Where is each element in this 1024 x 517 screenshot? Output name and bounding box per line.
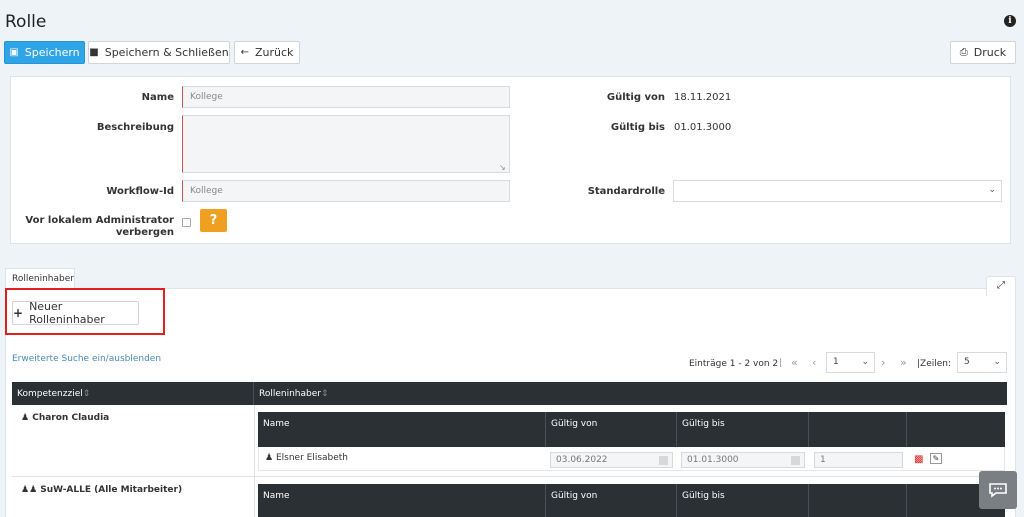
entries-text: Einträge 1 - 2 von 2 (689, 359, 779, 369)
rows-select-value: 5 (964, 357, 970, 367)
sub-header-actions (907, 412, 1005, 447)
hide-admin-label: Vor lokalem Administrator verbergen (20, 215, 174, 239)
save-button-label: Speichern (24, 46, 80, 59)
valid-from-value: 18.11.2021 (674, 92, 732, 103)
holder-name: ♟ Elsner Elisabeth (265, 453, 348, 463)
group-name-label: SuW-ALLE (Alle Mitarbeiter) (40, 485, 183, 495)
back-button-label: Zurück (254, 46, 294, 59)
last-page-icon[interactable]: » (900, 356, 907, 369)
rows-label: |Zeilen: (917, 359, 952, 369)
resize-handle-icon[interactable]: ↘ (499, 163, 506, 172)
users-icon: ♟♟ (21, 485, 38, 495)
prev-page-icon[interactable]: ‹ (812, 356, 816, 369)
hide-admin-checkbox[interactable] (182, 218, 191, 227)
rows-select[interactable]: 5 ⌄ (957, 352, 1007, 373)
default-role-select[interactable]: ⌄ (673, 180, 1002, 202)
trash-icon[interactable]: ▩ (914, 454, 923, 465)
sort-icon: ⇕ (82, 389, 91, 399)
description-textarea[interactable] (182, 115, 510, 173)
name-label: Name (141, 92, 174, 103)
group-name: ♟♟ SuW-ALLE (Alle Mitarbeiter) (21, 485, 182, 495)
pager-divider: | (779, 358, 783, 368)
chevron-down-icon: ⌄ (861, 357, 869, 367)
column-divider (254, 477, 255, 517)
calendar-icon[interactable] (791, 456, 800, 465)
save-button[interactable]: ▣ Speichern (4, 41, 85, 64)
sub-header-order (809, 412, 907, 447)
sort-icon: ⇕ (320, 389, 329, 399)
save-close-button[interactable]: ■ Speichern & Schließen (88, 41, 230, 64)
sub-header-valid-from: Gültig von (546, 412, 677, 447)
workflow-label: Workflow-Id (106, 186, 174, 197)
sub-header-name: Name (258, 484, 546, 517)
holder-valid-from-value: 03.06.2022 (556, 455, 608, 465)
column-header-role-holder[interactable]: Rolleninhaber⇕ (254, 382, 1007, 405)
sub-header-valid-to: Gültig bis (677, 412, 809, 447)
sub-header-name: Name (258, 412, 546, 447)
holder-name-label: Elsner Elisabeth (275, 453, 349, 463)
arrow-left-icon: ← (240, 47, 249, 58)
archive-icon: ■ (89, 47, 99, 58)
description-label: Beschreibung (96, 122, 174, 133)
holder-valid-from-input[interactable]: 03.06.2022 (550, 452, 673, 468)
user-icon: ♟ (265, 453, 274, 463)
holder-valid-to-value: 01.01.3000 (687, 455, 739, 465)
holder-valid-to-input[interactable]: 01.01.3000 (681, 452, 805, 468)
column-header-role-holder-label: Rolleninhaber (259, 389, 321, 399)
valid-to-label: Gültig bis (610, 122, 665, 133)
valid-from-label: Gültig von (606, 92, 665, 103)
default-role-label: Standardrolle (587, 186, 665, 197)
name-input[interactable]: Kollege (182, 86, 510, 108)
expand-icon[interactable]: ⤢ (986, 276, 1016, 296)
chevron-down-icon: ⌄ (993, 357, 1001, 367)
chat-icon (989, 483, 1007, 498)
table-header: Kompetenzziel⇕ Rolleninhaber⇕ (12, 382, 1007, 405)
page-title: Rolle (5, 12, 47, 32)
hide-admin-label-line1: Vor lokalem Administrator (25, 215, 174, 226)
calendar-icon[interactable] (659, 456, 668, 465)
tab-role-holders[interactable]: Rolleninhaber (5, 268, 75, 289)
valid-to-value: 01.01.3000 (674, 122, 732, 133)
group-name: ♟ Charon Claudia (21, 413, 109, 423)
floppy-icon: ▣ (9, 47, 19, 58)
holder-order-input[interactable]: 1 (814, 452, 903, 468)
highlight-box (5, 288, 165, 335)
column-header-competence[interactable]: Kompetenzziel⇕ (12, 382, 254, 405)
sub-header-valid-to: Gültig bis (677, 484, 809, 517)
back-button[interactable]: ← Zurück (234, 41, 300, 64)
sub-header-order (809, 484, 907, 517)
sub-header-valid-from: Gültig von (546, 484, 677, 517)
info-icon[interactable]: i (1004, 15, 1016, 27)
edit-icon[interactable]: ✎ (930, 453, 942, 464)
sub-table-header: Name Gültig von Gültig bis (258, 412, 1005, 447)
page-select[interactable]: 1 ⌄ (826, 352, 875, 373)
help-button[interactable]: ? (200, 209, 227, 232)
advanced-search-link[interactable]: Erweiterte Suche ein/ausblenden (12, 354, 161, 364)
printer-icon: ⎙ (959, 47, 968, 58)
save-close-button-label: Speichern & Schließen (104, 46, 229, 59)
first-page-icon[interactable]: « (791, 356, 798, 369)
user-icon: ♟ (21, 413, 30, 423)
workflow-input[interactable]: Kollege (182, 180, 510, 202)
group-name-label: Charon Claudia (32, 413, 110, 423)
sub-table-header: Name Gültig von Gültig bis (258, 484, 1005, 517)
next-page-icon[interactable]: › (881, 356, 885, 369)
chat-button[interactable] (979, 471, 1017, 509)
print-button-label: Druck (973, 46, 1007, 59)
page-select-value: 1 (833, 357, 839, 367)
column-header-competence-label: Kompetenzziel (17, 389, 83, 399)
hide-admin-label-line2: verbergen (115, 227, 174, 238)
print-button[interactable]: ⎙ Druck (950, 41, 1016, 64)
chevron-down-icon: ⌄ (988, 185, 996, 195)
